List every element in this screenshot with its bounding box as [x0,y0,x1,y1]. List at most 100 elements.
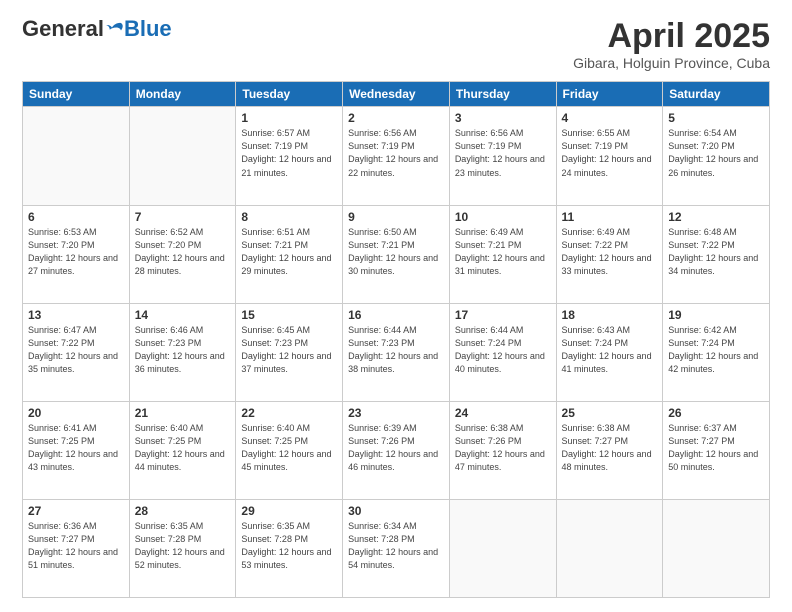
day-number: 8 [241,210,337,224]
day-info: Sunrise: 6:44 AMSunset: 7:24 PMDaylight:… [455,324,551,376]
day-number: 12 [668,210,764,224]
calendar-cell [556,499,663,597]
weekday-header-tuesday: Tuesday [236,82,343,107]
day-info: Sunrise: 6:43 AMSunset: 7:24 PMDaylight:… [562,324,658,376]
day-info: Sunrise: 6:56 AMSunset: 7:19 PMDaylight:… [455,127,551,179]
day-number: 3 [455,111,551,125]
day-number: 6 [28,210,124,224]
day-number: 20 [28,406,124,420]
calendar-cell: 11 Sunrise: 6:49 AMSunset: 7:22 PMDayligh… [556,205,663,303]
day-info: Sunrise: 6:55 AMSunset: 7:19 PMDaylight:… [562,127,658,179]
calendar-cell: 27 Sunrise: 6:36 AMSunset: 7:27 PMDayligh… [23,499,130,597]
calendar-cell: 10 Sunrise: 6:49 AMSunset: 7:21 PMDayligh… [449,205,556,303]
day-info: Sunrise: 6:56 AMSunset: 7:19 PMDaylight:… [348,127,444,179]
weekday-header-friday: Friday [556,82,663,107]
calendar-cell: 24 Sunrise: 6:38 AMSunset: 7:26 PMDayligh… [449,401,556,499]
calendar-cell: 21 Sunrise: 6:40 AMSunset: 7:25 PMDayligh… [129,401,236,499]
day-info: Sunrise: 6:45 AMSunset: 7:23 PMDaylight:… [241,324,337,376]
day-info: Sunrise: 6:38 AMSunset: 7:27 PMDaylight:… [562,422,658,474]
day-info: Sunrise: 6:38 AMSunset: 7:26 PMDaylight:… [455,422,551,474]
day-info: Sunrise: 6:50 AMSunset: 7:21 PMDaylight:… [348,226,444,278]
weekday-header-saturday: Saturday [663,82,770,107]
calendar-cell: 30 Sunrise: 6:34 AMSunset: 7:28 PMDayligh… [343,499,450,597]
day-info: Sunrise: 6:49 AMSunset: 7:22 PMDaylight:… [562,226,658,278]
day-number: 25 [562,406,658,420]
title-block: April 2025 Gibara, Holguin Province, Cub… [573,18,770,71]
calendar-cell: 26 Sunrise: 6:37 AMSunset: 7:27 PMDayligh… [663,401,770,499]
day-info: Sunrise: 6:40 AMSunset: 7:25 PMDaylight:… [241,422,337,474]
day-number: 11 [562,210,658,224]
calendar-cell: 13 Sunrise: 6:47 AMSunset: 7:22 PMDayligh… [23,303,130,401]
day-info: Sunrise: 6:37 AMSunset: 7:27 PMDaylight:… [668,422,764,474]
day-number: 14 [135,308,231,322]
day-info: Sunrise: 6:34 AMSunset: 7:28 PMDaylight:… [348,520,444,572]
logo: General Blue [22,18,172,40]
day-info: Sunrise: 6:41 AMSunset: 7:25 PMDaylight:… [28,422,124,474]
day-number: 27 [28,504,124,518]
calendar-cell: 23 Sunrise: 6:39 AMSunset: 7:26 PMDayligh… [343,401,450,499]
day-info: Sunrise: 6:47 AMSunset: 7:22 PMDaylight:… [28,324,124,376]
month-title: April 2025 [573,18,770,55]
calendar-cell [663,499,770,597]
week-row-3: 13 Sunrise: 6:47 AMSunset: 7:22 PMDayligh… [23,303,770,401]
day-number: 15 [241,308,337,322]
calendar-cell: 5 Sunrise: 6:54 AMSunset: 7:20 PMDaylight… [663,107,770,205]
day-number: 18 [562,308,658,322]
day-number: 19 [668,308,764,322]
day-info: Sunrise: 6:48 AMSunset: 7:22 PMDaylight:… [668,226,764,278]
day-number: 23 [348,406,444,420]
calendar-cell: 1 Sunrise: 6:57 AMSunset: 7:19 PMDaylight… [236,107,343,205]
weekday-header-thursday: Thursday [449,82,556,107]
day-number: 2 [348,111,444,125]
day-info: Sunrise: 6:49 AMSunset: 7:21 PMDaylight:… [455,226,551,278]
header: General Blue April 2025 Gibara, Holguin … [22,18,770,71]
day-info: Sunrise: 6:36 AMSunset: 7:27 PMDaylight:… [28,520,124,572]
day-number: 13 [28,308,124,322]
calendar-cell: 22 Sunrise: 6:40 AMSunset: 7:25 PMDayligh… [236,401,343,499]
day-number: 21 [135,406,231,420]
day-number: 7 [135,210,231,224]
subtitle: Gibara, Holguin Province, Cuba [573,55,770,71]
day-info: Sunrise: 6:44 AMSunset: 7:23 PMDaylight:… [348,324,444,376]
calendar-cell: 8 Sunrise: 6:51 AMSunset: 7:21 PMDaylight… [236,205,343,303]
day-number: 9 [348,210,444,224]
day-number: 1 [241,111,337,125]
calendar-cell: 3 Sunrise: 6:56 AMSunset: 7:19 PMDaylight… [449,107,556,205]
calendar-cell: 28Sunrise: 6:35 AMSunset: 7:28 PMDayligh… [129,499,236,597]
day-info: Sunrise: 6:52 AMSunset: 7:20 PMDaylight:… [135,226,231,278]
week-row-2: 6 Sunrise: 6:53 AMSunset: 7:20 PMDaylight… [23,205,770,303]
day-number: 24 [455,406,551,420]
calendar-cell: 16Sunrise: 6:44 AMSunset: 7:23 PMDayligh… [343,303,450,401]
day-info: Sunrise: 6:54 AMSunset: 7:20 PMDaylight:… [668,127,764,179]
day-info: Sunrise: 6:42 AMSunset: 7:24 PMDaylight:… [668,324,764,376]
day-number: 4 [562,111,658,125]
week-row-1: 1 Sunrise: 6:57 AMSunset: 7:19 PMDaylight… [23,107,770,205]
calendar-cell: 15 Sunrise: 6:45 AMSunset: 7:23 PMDayligh… [236,303,343,401]
day-number: 5 [668,111,764,125]
calendar-cell: 14Sunrise: 6:46 AMSunset: 7:23 PMDayligh… [129,303,236,401]
day-number: 22 [241,406,337,420]
page: General Blue April 2025 Gibara, Holguin … [0,0,792,612]
weekday-header-sunday: Sunday [23,82,130,107]
day-number: 26 [668,406,764,420]
calendar-cell: 20 Sunrise: 6:41 AMSunset: 7:25 PMDayligh… [23,401,130,499]
calendar-cell: 19 Sunrise: 6:42 AMSunset: 7:24 PMDayligh… [663,303,770,401]
logo-text: General Blue [22,18,172,40]
calendar-cell [23,107,130,205]
day-info: Sunrise: 6:39 AMSunset: 7:26 PMDaylight:… [348,422,444,474]
day-info: Sunrise: 6:35 AMSunset: 7:28 PMDaylight:… [241,520,337,572]
day-number: 17 [455,308,551,322]
logo-blue: Blue [124,18,172,40]
day-info: Sunrise: 6:51 AMSunset: 7:21 PMDaylight:… [241,226,337,278]
day-info: Sunrise: 6:40 AMSunset: 7:25 PMDaylight:… [135,422,231,474]
day-info: Sunrise: 6:57 AMSunset: 7:19 PMDaylight:… [241,127,337,179]
day-info: Sunrise: 6:53 AMSunset: 7:20 PMDaylight:… [28,226,124,278]
logo-general: General [22,18,104,40]
day-number: 10 [455,210,551,224]
calendar-cell: 7 Sunrise: 6:52 AMSunset: 7:20 PMDaylight… [129,205,236,303]
weekday-header-wednesday: Wednesday [343,82,450,107]
day-number: 29 [241,504,337,518]
calendar-cell: 6 Sunrise: 6:53 AMSunset: 7:20 PMDaylight… [23,205,130,303]
day-number: 30 [348,504,444,518]
day-info: Sunrise: 6:35 AMSunset: 7:28 PMDaylight:… [135,520,231,572]
